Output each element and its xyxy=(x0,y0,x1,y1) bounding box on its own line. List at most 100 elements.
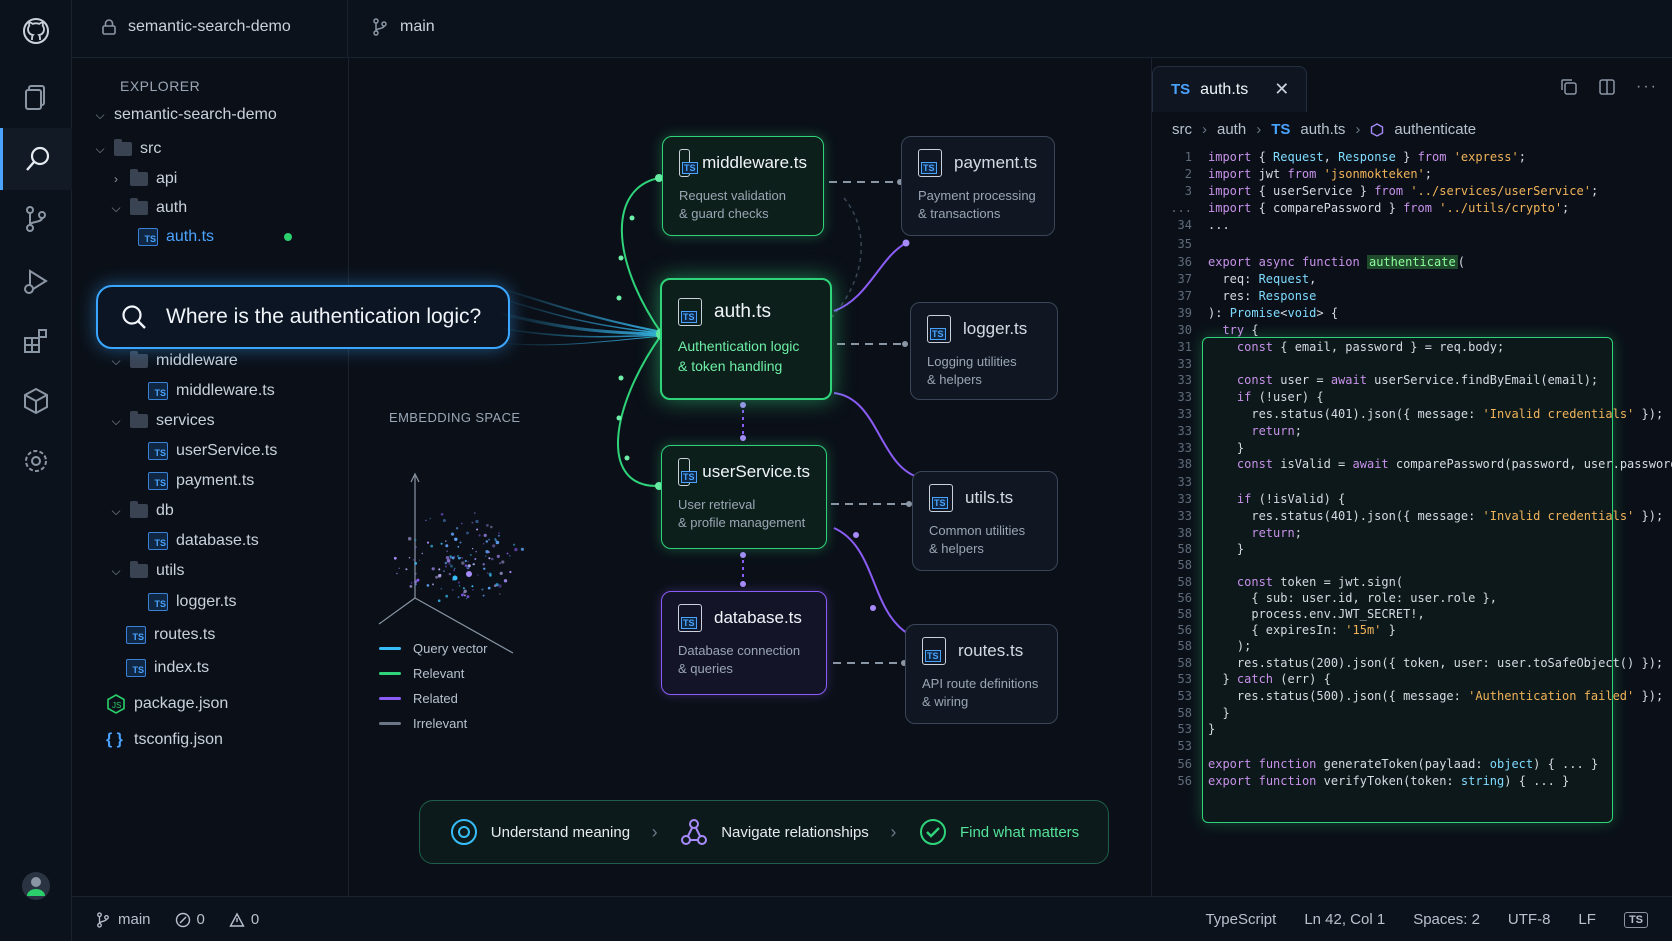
embedding-point xyxy=(466,595,470,598)
embedding-point xyxy=(501,560,505,564)
breadcrumb-item[interactable]: auth.ts xyxy=(1300,121,1345,138)
node-utils[interactable]: TS utils.ts Common utilities & helpers xyxy=(912,471,1058,571)
branch-selector[interactable]: main xyxy=(372,18,435,36)
embedding-point xyxy=(482,542,485,545)
breadcrumb-item[interactable]: auth xyxy=(1217,121,1246,138)
package-icon[interactable] xyxy=(0,370,72,432)
line-number: 33 xyxy=(1177,407,1192,421)
svg-text:JS: JS xyxy=(112,701,121,710)
copy-icon[interactable] xyxy=(1560,78,1578,96)
close-icon[interactable]: ✕ xyxy=(1274,79,1289,100)
embedding-point xyxy=(485,550,489,554)
node-routes[interactable]: TS routes.ts API route definitions & wirin… xyxy=(905,624,1058,724)
embedding-point xyxy=(448,572,451,576)
tree-file-index-ts[interactable]: TS index.ts xyxy=(126,655,209,681)
tree-file-payment-ts[interactable]: TS payment.ts xyxy=(148,468,254,494)
features-bar: Understand meaning › Navigate relationsh… xyxy=(419,800,1109,864)
tree-folder-middleware[interactable]: ⌵ middleware xyxy=(110,348,238,374)
status-encoding[interactable]: UTF-8 xyxy=(1508,911,1551,928)
tree-file-tsconfig-json[interactable]: { } tsconfig.json xyxy=(106,727,223,753)
typescript-icon: TS xyxy=(1171,81,1191,98)
tree-file-userservice-ts[interactable]: TS userService.ts xyxy=(148,438,277,464)
embedding-point xyxy=(409,585,413,588)
tree-folder-db[interactable]: ⌵ db xyxy=(110,498,174,524)
extensions-icon[interactable] xyxy=(0,310,72,372)
split-editor-icon[interactable] xyxy=(1598,78,1616,96)
tree-file-auth-ts[interactable]: TS auth.ts xyxy=(138,224,328,250)
embedding-point xyxy=(405,568,408,571)
embedding-space-plot xyxy=(378,472,524,654)
node-middleware[interactable]: TS middleware.ts Request validation & guar… xyxy=(662,136,824,236)
tab-label: auth.ts xyxy=(1200,80,1249,98)
status-errors[interactable]: 0 xyxy=(175,911,205,928)
embedding-point xyxy=(486,572,489,574)
breadcrumb-item[interactable]: authenticate xyxy=(1394,121,1476,138)
search-icon[interactable] xyxy=(0,128,72,190)
status-warning-count: 0 xyxy=(250,911,260,928)
tree-file-middleware-ts[interactable]: TS middleware.ts xyxy=(148,378,275,404)
status-indentation[interactable]: Spaces: 2 xyxy=(1413,911,1480,928)
status-cursor-position[interactable]: Ln 42, Col 1 xyxy=(1304,911,1385,928)
legend: Query vector Relevant Related Irrelevant xyxy=(379,636,487,736)
embedding-point xyxy=(463,594,466,597)
tree-folder-auth[interactable]: ⌵ auth xyxy=(110,195,187,221)
node-logger[interactable]: TS logger.ts Logging utilities & helpers xyxy=(910,302,1058,400)
more-icon[interactable]: ··· xyxy=(1636,78,1658,96)
node-desc: Request validation xyxy=(679,188,786,203)
account-avatar-icon[interactable] xyxy=(0,855,72,917)
tree-file-database-ts[interactable]: TS database.ts xyxy=(148,528,259,554)
line-number: 53 xyxy=(1177,689,1192,703)
tree-folder-src[interactable]: ⌵ src xyxy=(94,136,161,162)
embedding-point xyxy=(469,554,472,556)
target-icon xyxy=(450,819,477,845)
embedding-point xyxy=(415,546,417,548)
breadcrumb-item[interactable]: src xyxy=(1172,121,1192,138)
embedding-point xyxy=(457,556,459,558)
files-icon[interactable] xyxy=(0,66,72,128)
typescript-file-icon: TS xyxy=(148,442,168,460)
embedding-point xyxy=(454,567,456,570)
tree-folder-services[interactable]: ⌵ services xyxy=(110,408,215,434)
repo-selector[interactable]: semantic-search-demo xyxy=(102,18,291,36)
status-eol[interactable]: LF xyxy=(1578,911,1596,928)
status-language-badge[interactable]: TS xyxy=(1623,911,1648,928)
typescript-file-icon: TS xyxy=(927,315,951,343)
node-desc: Authentication logic xyxy=(678,338,800,354)
node-auth-center[interactable]: TS auth.ts Authentication logic & token ha… xyxy=(660,278,832,400)
node-desc: & token handling xyxy=(678,358,783,374)
tree-file-package-json[interactable]: JS package.json xyxy=(106,691,228,717)
tree-folder-utils[interactable]: ⌵ utils xyxy=(110,558,184,584)
github-icon[interactable] xyxy=(0,0,72,62)
node-database[interactable]: TS database.ts Database connection & queri… xyxy=(661,591,827,695)
code-text: res: Response xyxy=(1208,289,1317,303)
tree-label: index.ts xyxy=(154,659,210,676)
tree-file-logger-ts[interactable]: TS logger.ts xyxy=(148,589,236,615)
code-text: const isValid = await comparePassword(pa… xyxy=(1236,457,1672,471)
status-branch-label: main xyxy=(118,911,151,928)
tree-label: package.json xyxy=(134,695,229,712)
embedding-point xyxy=(492,544,496,548)
embedding-point xyxy=(414,562,418,565)
code-text: const user = await userService.findByEma… xyxy=(1236,373,1599,387)
settings-gear-icon[interactable] xyxy=(0,430,72,492)
tree-root[interactable]: ⌵ semantic-search-demo xyxy=(94,102,277,128)
tree-folder-api[interactable]: › api xyxy=(110,166,177,192)
source-control-icon[interactable] xyxy=(0,188,72,250)
line-number: 56 xyxy=(1177,591,1192,605)
status-language[interactable]: TypeScript xyxy=(1205,911,1276,928)
embedding-point xyxy=(482,594,485,597)
tree-label: db xyxy=(156,502,174,519)
embedding-point xyxy=(412,559,415,561)
tree-label: semantic-search-demo xyxy=(114,106,277,123)
status-warnings[interactable]: 0 xyxy=(229,911,259,928)
embedding-point xyxy=(486,524,489,527)
tree-file-routes-ts[interactable]: TS routes.ts xyxy=(126,622,215,648)
run-debug-icon[interactable] xyxy=(0,250,72,312)
embedding-point xyxy=(396,572,398,575)
node-payment[interactable]: TS payment.ts Payment processing & transac… xyxy=(901,136,1055,236)
node-userservice[interactable]: TS userService.ts User retrieval & profile… xyxy=(661,445,827,549)
tree-label: middleware.ts xyxy=(176,382,275,399)
chevron-down-icon: ⌵ xyxy=(95,107,105,122)
editor-tab-auth-ts[interactable]: TS auth.ts ✕ xyxy=(1152,66,1307,112)
status-branch[interactable]: main xyxy=(96,911,151,928)
